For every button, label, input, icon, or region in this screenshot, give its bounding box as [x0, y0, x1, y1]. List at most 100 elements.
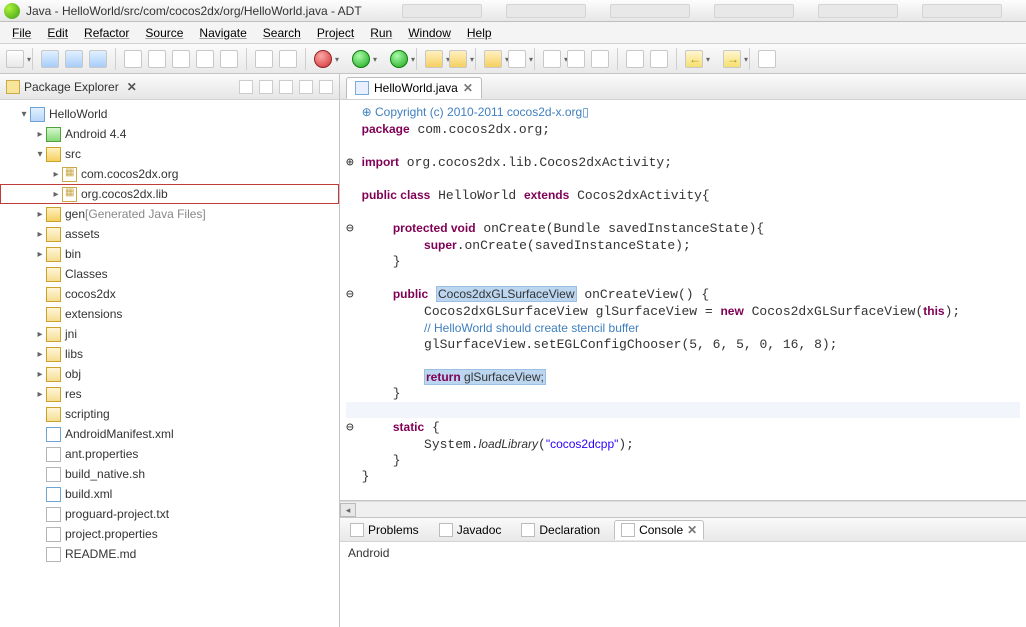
menu-search[interactable]: Search	[257, 24, 307, 42]
tree-item[interactable]: build_native.sh	[0, 464, 339, 484]
tab-console[interactable]: Console✕	[614, 520, 704, 540]
menu-file[interactable]: File	[6, 24, 37, 42]
expander-icon[interactable]: ▸	[34, 229, 46, 240]
tree-item-label: extensions	[65, 307, 122, 321]
java-file-icon	[355, 81, 369, 95]
tree-item[interactable]: Classes	[0, 264, 339, 284]
menu-window[interactable]: Window	[402, 24, 457, 42]
folder-icon	[46, 367, 61, 382]
expander-icon[interactable]: ▸	[34, 129, 46, 140]
editor-horizontal-scrollbar[interactable]: ◂	[340, 501, 1026, 517]
new-package-button[interactable]	[425, 50, 443, 68]
console-output[interactable]: Android	[340, 542, 1026, 627]
tree-item[interactable]: ▸res	[0, 384, 339, 404]
tree-item[interactable]: ▸jni	[0, 324, 339, 344]
expander-icon[interactable]: ▸	[34, 329, 46, 340]
forward-button[interactable]	[723, 50, 741, 68]
tree-item[interactable]: ▸assets	[0, 224, 339, 244]
tree-item[interactable]: README.md	[0, 544, 339, 564]
tree-item[interactable]: ant.properties	[0, 444, 339, 464]
menu-help[interactable]: Help	[461, 24, 498, 42]
tree-item[interactable]: ▸Android 4.4	[0, 124, 339, 144]
new-class-button[interactable]	[449, 50, 467, 68]
expander-icon[interactable]: ▾	[34, 149, 46, 160]
search-button[interactable]	[543, 50, 561, 68]
link-editor-button[interactable]	[259, 80, 273, 94]
editor-body[interactable]: ⊕ Copyright (c) 2010-2011 cocos2d-x.org▯…	[340, 100, 1026, 501]
menu-edit[interactable]: Edit	[41, 24, 74, 42]
tree-item[interactable]: project.properties	[0, 524, 339, 544]
editor-tab-helloworld[interactable]: HelloWorld.java ✕	[346, 77, 482, 99]
tree-item[interactable]: ▸libs	[0, 344, 339, 364]
tree-item[interactable]: extensions	[0, 304, 339, 324]
wizard-button[interactable]	[508, 50, 526, 68]
menu-source[interactable]: Source	[139, 24, 189, 42]
sdk-manager-button[interactable]	[124, 50, 142, 68]
scroll-left-button[interactable]: ◂	[340, 503, 356, 517]
run-last-button[interactable]	[390, 50, 408, 68]
tree-item[interactable]: ▸bin	[0, 244, 339, 264]
maximize-button[interactable]	[319, 80, 333, 94]
expander-icon[interactable]: ▸	[34, 389, 46, 400]
save-button[interactable]	[41, 50, 59, 68]
tree-item[interactable]: proguard-project.txt	[0, 504, 339, 524]
tree-item[interactable]: ▸com.cocos2dx.org	[0, 164, 339, 184]
tree-item[interactable]: ▾HelloWorld	[0, 104, 339, 124]
expander-icon[interactable]: ▸	[50, 189, 62, 200]
refresh-button[interactable]	[650, 50, 668, 68]
debug-button[interactable]	[314, 50, 332, 68]
expander-icon[interactable]: ▸	[34, 249, 46, 260]
menu-run[interactable]: Run	[364, 24, 398, 42]
project-tree[interactable]: ▾HelloWorld▸Android 4.4▾src▸com.cocos2dx…	[0, 100, 339, 627]
new-folder-button[interactable]	[484, 50, 502, 68]
tree-item[interactable]: ▸org.cocos2dx.lib	[0, 184, 339, 204]
tab-declaration[interactable]: Declaration	[515, 521, 606, 539]
expander-icon[interactable]: ▸	[34, 369, 46, 380]
back-button[interactable]	[685, 50, 703, 68]
tree-item[interactable]: ▾src	[0, 144, 339, 164]
xml-icon	[46, 427, 61, 442]
tree-item[interactable]: scripting	[0, 404, 339, 424]
tree-item[interactable]: cocos2dx	[0, 284, 339, 304]
view-menu-button[interactable]	[279, 80, 293, 94]
camera-icon[interactable]	[279, 50, 297, 68]
lint-button[interactable]	[172, 50, 190, 68]
tree-item-extra: [Generated Java Files]	[85, 207, 206, 221]
menu-refactor[interactable]: Refactor	[78, 24, 135, 42]
expander-icon[interactable]: ▸	[34, 349, 46, 360]
minimize-button[interactable]	[299, 80, 313, 94]
tree-item[interactable]: ▸gen [Generated Java Files]	[0, 204, 339, 224]
check-button[interactable]	[255, 50, 273, 68]
expander-icon[interactable]: ▾	[18, 109, 30, 120]
tree-item[interactable]: AndroidManifest.xml	[0, 424, 339, 444]
bottom-tab-bar: Problems Javadoc Declaration Console✕	[340, 518, 1026, 542]
run-button[interactable]	[352, 50, 370, 68]
editor-area: HelloWorld.java ✕ ⊕ Copyright (c) 2010-2…	[340, 74, 1026, 627]
tasks-button[interactable]	[591, 50, 609, 68]
perspective-button[interactable]	[758, 50, 776, 68]
bottom-panel: Problems Javadoc Declaration Console✕ An…	[340, 517, 1026, 627]
close-icon[interactable]: ✕	[127, 80, 137, 94]
pin-button[interactable]	[626, 50, 644, 68]
outline-button[interactable]	[567, 50, 585, 68]
tree-item[interactable]: build.xml	[0, 484, 339, 504]
adb-button[interactable]	[196, 50, 214, 68]
close-icon[interactable]: ✕	[463, 81, 473, 95]
code-editor[interactable]: ⊕ Copyright (c) 2010-2011 cocos2d-x.org▯…	[340, 100, 1026, 500]
expander-icon[interactable]: ▸	[50, 169, 62, 180]
close-icon[interactable]: ✕	[687, 523, 697, 537]
save-as-button[interactable]	[89, 50, 107, 68]
collapse-all-button[interactable]	[239, 80, 253, 94]
save-all-button[interactable]	[65, 50, 83, 68]
menu-project[interactable]: Project	[311, 24, 360, 42]
folder-icon	[46, 347, 61, 362]
tab-javadoc[interactable]: Javadoc	[433, 521, 508, 539]
expander-icon[interactable]: ▸	[34, 209, 46, 220]
new-button[interactable]	[6, 50, 24, 68]
ndk-button[interactable]	[220, 50, 238, 68]
menu-navigate[interactable]: Navigate	[193, 24, 252, 42]
avd-manager-button[interactable]	[148, 50, 166, 68]
file-icon	[46, 547, 61, 562]
tab-problems[interactable]: Problems	[344, 521, 425, 539]
tree-item[interactable]: ▸obj	[0, 364, 339, 384]
